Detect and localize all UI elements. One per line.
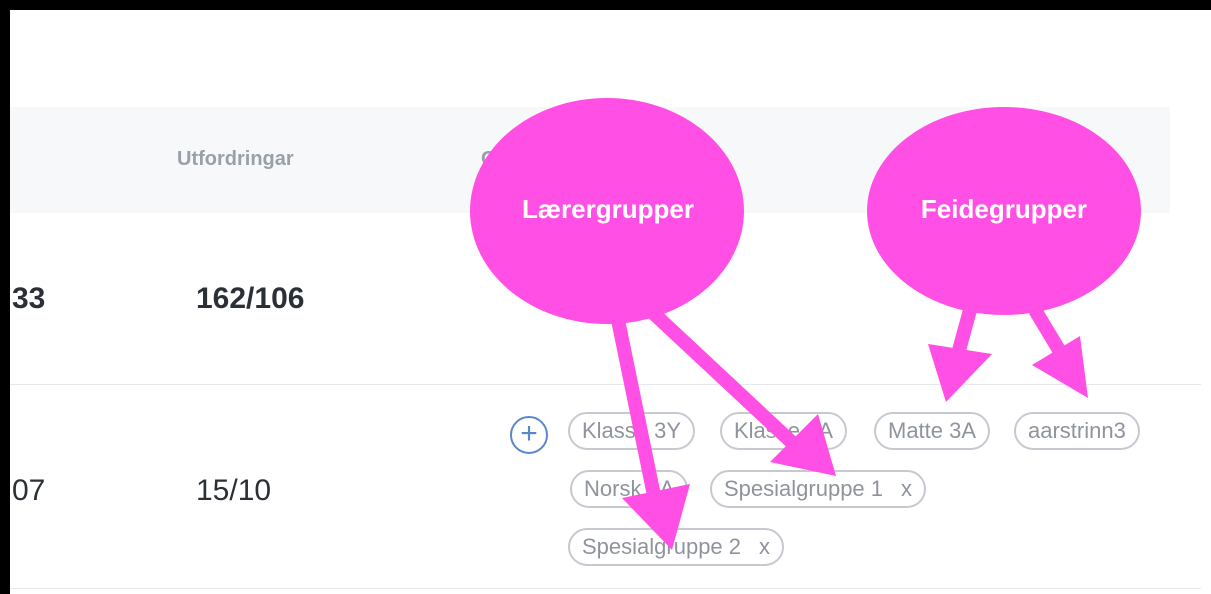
annotation-label-feidegrupper: Feidegrupper [920, 194, 1088, 224]
annotation-overlay [470, 98, 1141, 550]
annotation-label-lærergrupper: Lærergrupper [522, 194, 694, 224]
screenshot-frame: Utfordringar G 33 162/106 07 15/10 + Kla… [10, 10, 1211, 594]
annotation-arrow [645, 304, 805, 456]
arrow-head [622, 484, 690, 550]
annotation-arrow [610, 313, 665, 517]
arrow-head [928, 344, 992, 402]
